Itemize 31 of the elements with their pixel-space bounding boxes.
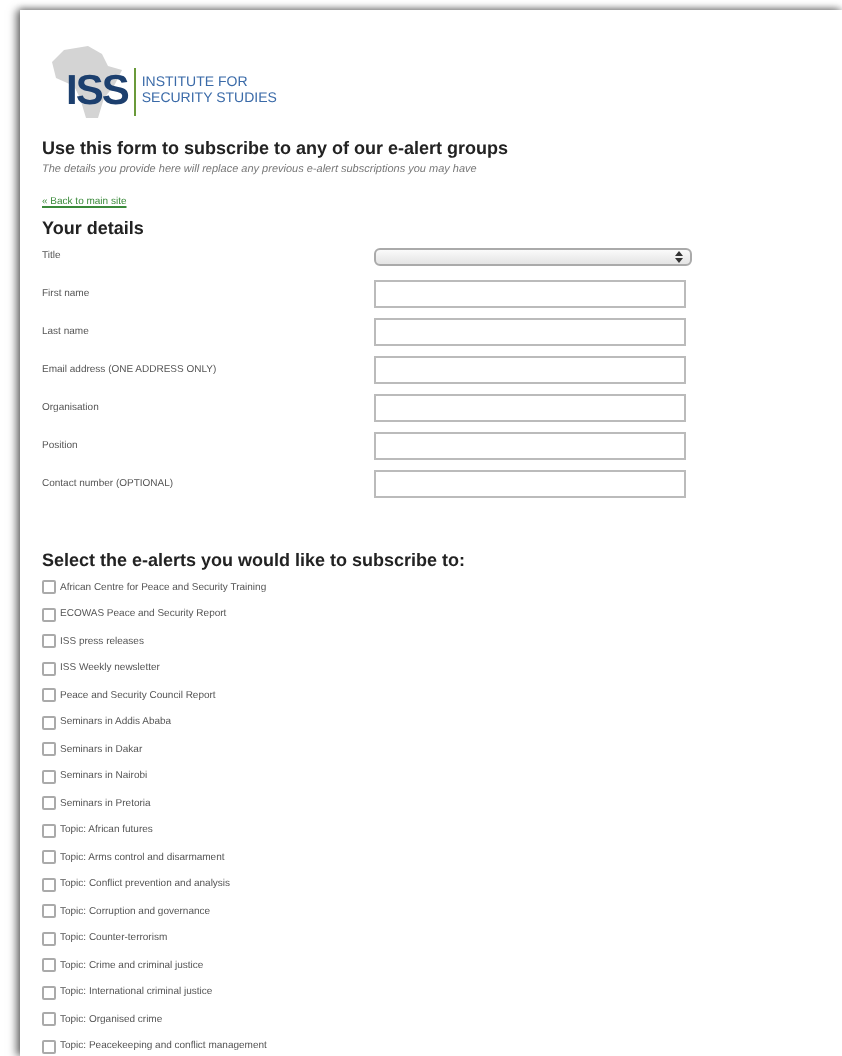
stepper-icon: [674, 249, 684, 263]
checkbox[interactable]: [42, 607, 56, 622]
checkbox[interactable]: [42, 769, 56, 784]
checkbox[interactable]: [42, 634, 56, 649]
checkbox[interactable]: [42, 850, 56, 865]
checkbox[interactable]: [42, 904, 56, 919]
checkbox[interactable]: [42, 1012, 56, 1027]
checkbox[interactable]: [42, 580, 56, 595]
input-field[interactable]: [374, 432, 686, 460]
checkbox[interactable]: [42, 688, 56, 703]
input-field[interactable]: [374, 280, 686, 308]
checkbox[interactable]: [42, 877, 56, 892]
checkbox[interactable]: [42, 823, 56, 838]
africa-map-icon: [48, 42, 128, 122]
checkbox[interactable]: [42, 958, 56, 973]
input-field[interactable]: [374, 394, 686, 422]
checkbox[interactable]: [42, 796, 56, 811]
title-dropdown[interactable]: [374, 247, 692, 265]
checkbox[interactable]: [42, 1039, 56, 1054]
checkbox[interactable]: [42, 742, 56, 757]
input-field[interactable]: [374, 318, 686, 346]
section-heading: Your details: [42, 218, 146, 240]
checkbox[interactable]: [42, 715, 56, 730]
checkbox[interactable]: [42, 985, 56, 1000]
form-heading: Use this form to subscribe to any of our e-alert groups: [42, 136, 511, 160]
checkbox[interactable]: [42, 661, 56, 676]
input-field[interactable]: [374, 356, 686, 384]
section-heading: Select the e-alerts you would like to subscribe to:: [42, 550, 468, 572]
input-field[interactable]: [374, 470, 686, 498]
logo-text: ISS: [66, 68, 128, 116]
checkbox[interactable]: [42, 931, 56, 946]
